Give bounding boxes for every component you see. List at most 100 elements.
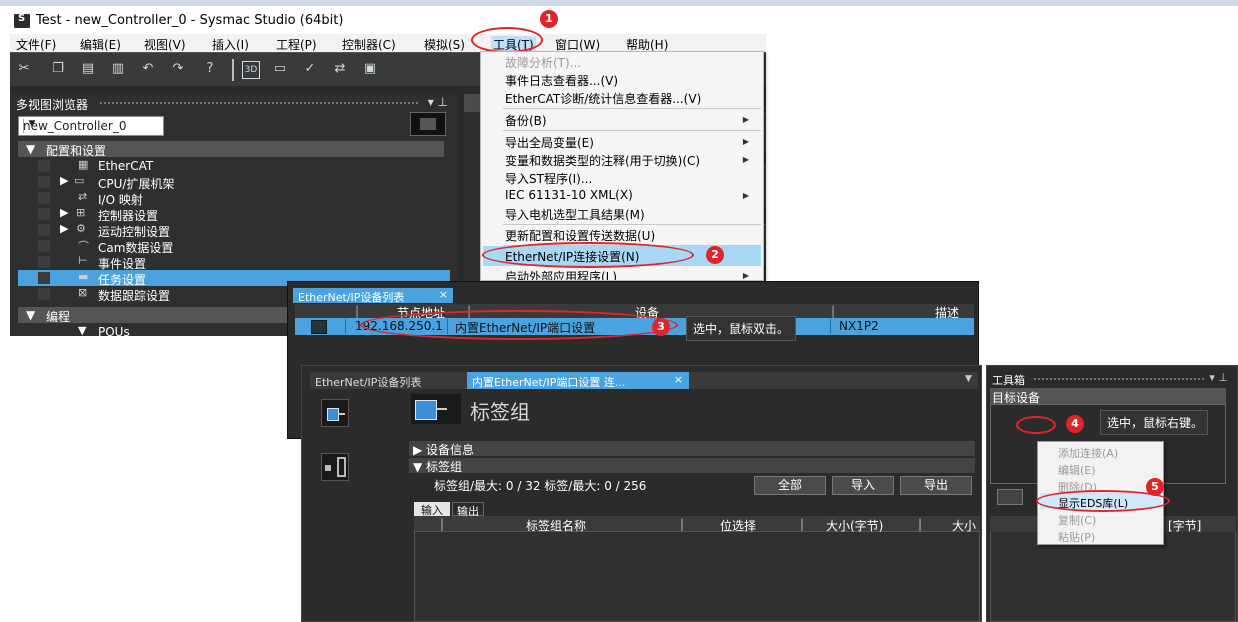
- submenu-arrow-icon: ▶: [742, 155, 749, 164]
- pin-icon[interactable]: ▾ ⊥: [428, 95, 448, 109]
- event-icon: ⊢: [78, 254, 88, 267]
- tree-item-controller-settings[interactable]: ▶ ⊞ 控制器设置: [18, 206, 450, 223]
- toolbox-title: 工具箱: [992, 374, 1025, 387]
- menu-item-export-globals[interactable]: 导出全局变量(E): [505, 134, 594, 151]
- column-divider: |: [680, 517, 685, 531]
- tree-item-cpu-rack[interactable]: ▶ ▭ CPU/扩展机架: [18, 174, 450, 191]
- block-icon: [337, 457, 346, 477]
- connection-nav-icon[interactable]: [321, 453, 349, 481]
- tree-item-io-map[interactable]: ⇄ I/O 映射: [18, 190, 450, 207]
- compare-icon[interactable]: ⇄: [332, 61, 348, 77]
- collapse-icon[interactable]: ▼: [26, 308, 35, 322]
- app-logo-icon: [14, 13, 30, 28]
- paste-icon[interactable]: ▤: [80, 61, 96, 77]
- tree-item-ethercat[interactable]: ▦ EtherCAT: [18, 158, 450, 174]
- menu-item-external-apps[interactable]: 启动外部应用程序(L): [505, 268, 617, 280]
- menu-project[interactable]: 工程(P): [276, 36, 317, 53]
- column-size-truncated[interactable]: 大小: [952, 517, 978, 534]
- menu-insert[interactable]: 插入(I): [212, 36, 249, 53]
- tab-input[interactable]: 输入: [414, 502, 450, 517]
- menu-item-import-st[interactable]: 导入ST程序(I)...: [505, 170, 592, 187]
- section-tag-group[interactable]: ▼ 标签组: [409, 458, 975, 474]
- menu-item-fault-analysis[interactable]: 故障分析(T)...: [505, 54, 581, 71]
- menu-item-edit[interactable]: 编辑(E): [1058, 462, 1096, 478]
- menu-view[interactable]: 视图(V): [144, 36, 186, 53]
- menu-item-iec-xml[interactable]: IEC 61131-10 XML(X): [505, 188, 633, 202]
- column-bit-select[interactable]: 位选择: [720, 517, 756, 534]
- tree-section-programming-label: 编程: [46, 310, 71, 324]
- expand-icon[interactable]: ▼: [78, 324, 86, 336]
- row-marker: [38, 160, 50, 172]
- import-button[interactable]: 导入: [832, 476, 894, 495]
- build-icon[interactable]: ▣: [362, 61, 378, 77]
- expand-icon[interactable]: ▶: [60, 174, 68, 187]
- menu-item-copy[interactable]: 复制(C): [1058, 512, 1096, 528]
- tab-device-list-label: EtherNet/IP设备列表: [298, 291, 405, 304]
- cell-divider: [345, 319, 346, 334]
- callout-badge-2: 2: [706, 246, 724, 264]
- help-icon[interactable]: ?: [202, 61, 218, 77]
- section-device-info[interactable]: ▶ 设备信息: [409, 441, 975, 457]
- target-device-header: 目标设备: [990, 388, 1226, 405]
- menu-file[interactable]: 文件(F): [16, 36, 56, 53]
- device-button[interactable]: [997, 489, 1023, 505]
- row-marker: [38, 240, 50, 252]
- tree-item-event-settings[interactable]: ⊢ 事件设置: [18, 254, 450, 271]
- tree-section-config[interactable]: ▼ 配置和设置: [18, 141, 444, 158]
- expand-icon[interactable]: ▶: [60, 206, 68, 219]
- cell-model: NX1P2: [839, 319, 879, 333]
- tree-item-cam-data[interactable]: ⌒ Cam数据设置: [18, 238, 450, 255]
- check-icon[interactable]: ✓: [302, 61, 318, 77]
- undo-icon[interactable]: ↶: [140, 61, 156, 77]
- close-icon[interactable]: ×: [674, 373, 683, 386]
- collapse-icon[interactable]: ▼: [26, 142, 35, 156]
- menu-item-add-connection[interactable]: 添加连接(A): [1058, 445, 1118, 461]
- delete-icon[interactable]: ▥: [110, 61, 126, 77]
- cell-divider: [830, 319, 831, 334]
- cut-icon[interactable]: ✂: [16, 61, 32, 77]
- tab-output[interactable]: 输出: [452, 502, 484, 518]
- expand-icon[interactable]: ▶: [60, 222, 68, 235]
- menu-item-comments[interactable]: 变量和数据类型的注释(用于切换)(C): [505, 152, 700, 169]
- tab-device-list[interactable]: EtherNet/IP设备列表 ×: [293, 288, 453, 304]
- menu-item-backup[interactable]: 备份(B): [505, 112, 547, 129]
- menu-edit[interactable]: 编辑(E): [80, 36, 121, 53]
- column-size-bytes[interactable]: 大小(字节): [826, 517, 883, 534]
- block-icon: [325, 465, 331, 471]
- menu-controller[interactable]: 控制器(C): [342, 36, 396, 53]
- highlight-oval-device: [360, 310, 678, 340]
- expand-all-button[interactable]: 全部: [754, 476, 826, 495]
- motion-icon: ⚙: [76, 222, 86, 235]
- window-icon[interactable]: ▭: [272, 61, 288, 77]
- tab-port-settings[interactable]: 内置EtherNet/IP端口设置 连... ×: [467, 372, 689, 389]
- menu-item-paste[interactable]: 粘贴(P): [1058, 529, 1095, 545]
- row-marker: [38, 224, 50, 236]
- device-icon: [311, 320, 327, 334]
- io-map-icon: ⇄: [78, 190, 88, 203]
- instruction-tooltip-3: 选中，鼠标双击。: [686, 316, 797, 341]
- export-button[interactable]: 导出: [900, 476, 972, 495]
- callout-badge-5: 5: [1146, 478, 1164, 496]
- page-title: 标签组: [470, 400, 530, 424]
- row-marker: [38, 208, 50, 220]
- redo-icon[interactable]: ↷: [170, 61, 186, 77]
- column-tag-group-name[interactable]: 标签组名称: [526, 517, 586, 534]
- grip-dots: [1034, 378, 1204, 380]
- menu-item-ethercat-diag[interactable]: EtherCAT诊断/统计信息查看器...(V): [505, 90, 701, 107]
- section-label: 设备信息: [426, 443, 475, 457]
- tag-group-nav-icon[interactable]: [321, 399, 349, 427]
- controller-select[interactable]: new_Controller_0 ▼: [18, 116, 164, 136]
- tab-label: EtherNet/IP设备列表: [315, 376, 422, 389]
- tree-item-motion-settings[interactable]: ▶ ⚙ 运动控制设置: [18, 222, 450, 239]
- close-icon[interactable]: ×: [439, 288, 448, 301]
- tab-device-list-inactive[interactable]: EtherNet/IP设备列表: [311, 372, 465, 389]
- tab-list-dropdown-icon[interactable]: ▼: [965, 374, 972, 384]
- copy-icon[interactable]: ❐: [50, 61, 66, 77]
- 3d-view-button[interactable]: 3D: [242, 61, 260, 79]
- menu-simulation[interactable]: 模拟(S): [424, 36, 465, 53]
- multiview-explorer-title: 多视图浏览器: [16, 98, 89, 112]
- pin-icon[interactable]: ▾ ⊥: [1209, 371, 1228, 384]
- chevron-down-icon[interactable]: ▼: [23, 119, 40, 133]
- menu-item-event-log[interactable]: 事件日志查看器...(V): [505, 72, 618, 89]
- menu-item-motor-sizing[interactable]: 导入电机选型工具结果(M): [505, 206, 645, 223]
